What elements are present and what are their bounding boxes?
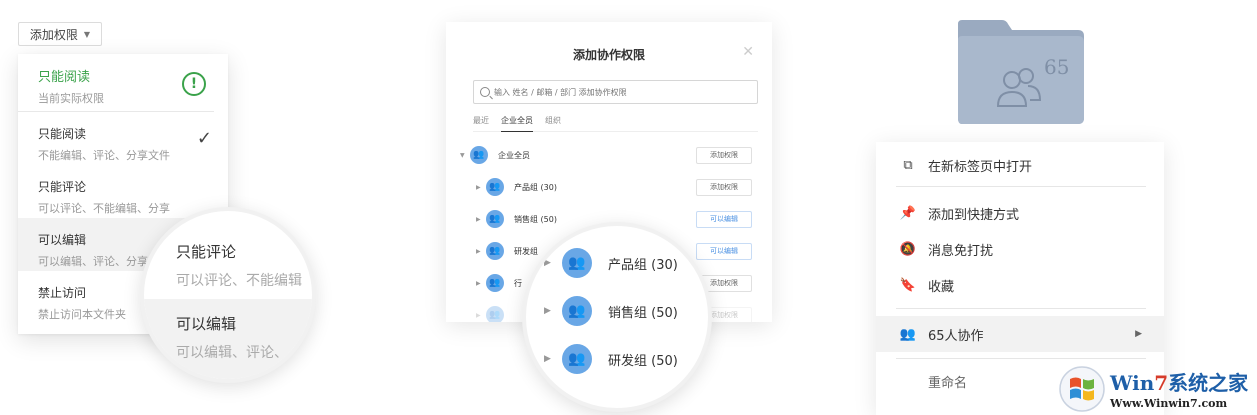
permission-option-comment-only[interactable]: 只能评论 可以评论、不能编辑、分享 [18, 165, 228, 218]
group-avatar-icon: 👥 [486, 274, 504, 292]
group-name: 企业全员 [498, 150, 530, 160]
caret-right-icon[interactable]: ▶ [476, 312, 486, 319]
option-subtitle: 可以编辑、评论、 [176, 345, 288, 361]
menu-item-collaborators[interactable]: 👥 65人协作 ▶ [876, 316, 1164, 352]
tab-organization[interactable]: 组织 [545, 115, 561, 132]
shared-folder-icon[interactable]: 65 [954, 18, 1086, 126]
submenu-arrow-icon: ▶ [1135, 329, 1142, 339]
group-permission-select[interactable]: 添加权限 [696, 178, 752, 196]
users-icon: 👥 [899, 326, 917, 342]
group-name: 研发组 (50) [608, 353, 678, 369]
open-in-new-tab-icon: ⧉ [903, 157, 913, 173]
option-subtitle: 不能编辑、评论、分享文件 [38, 149, 170, 162]
option-title: 只能评论 [176, 243, 237, 261]
magnified-group-row: ▶ 👥 研发组 (50) [544, 344, 678, 374]
menu-item-open-in-new-tab[interactable]: ⧉ 在新标签页中打开 [876, 153, 1164, 177]
folder-member-count: 65 [1044, 55, 1069, 79]
menu-item-mute[interactable]: 🔕 消息免打扰 [876, 237, 1164, 261]
group-avatar-icon: 👥 [486, 306, 504, 322]
permission-option-read-only[interactable]: 只能阅读 不能编辑、评论、分享文件 ✓ [18, 112, 228, 165]
current-permission-subtitle: 当前实际权限 [38, 92, 104, 105]
group-name: 产品组 (30) [608, 257, 678, 273]
current-permission: 只能阅读 当前实际权限 ! [18, 54, 214, 112]
dialog-title: 添加协作权限 [572, 48, 645, 62]
menu-divider [896, 186, 1146, 187]
group-permission-select[interactable]: 可以编辑 [696, 242, 752, 260]
menu-item-label: 收藏 [928, 279, 955, 295]
menu-item-label: 消息免打扰 [928, 243, 994, 259]
current-permission-title: 只能阅读 [38, 70, 91, 85]
group-permission-select[interactable]: 添加权限 [696, 146, 752, 164]
rename-icon [900, 373, 916, 389]
group-avatar-icon: 👥 [470, 146, 488, 164]
caret-right-icon: ▶ [544, 258, 551, 268]
menu-item-label: 65人协作 [928, 328, 984, 344]
collaborator-search-input[interactable] [494, 87, 744, 97]
group-avatar-icon: 👥 [486, 178, 504, 196]
caret-right-icon: ▶ [544, 354, 551, 364]
group-avatar-icon: 👥 [562, 344, 592, 374]
group-permission-select[interactable]: 可以编辑 [696, 210, 752, 228]
watermark-logo: Win7系统之家 Www.Winwin7.com [1058, 362, 1257, 415]
watermark-url: Www.Winwin7.com [1110, 397, 1228, 410]
collaborator-search-box[interactable] [473, 80, 758, 104]
caret-right-icon[interactable]: ▶ [476, 216, 486, 223]
watermark-brand: Win7系统之家 [1110, 367, 1248, 396]
group-avatar-icon: 👥 [562, 248, 592, 278]
exclamation-circle-icon: ! [182, 72, 206, 96]
magnified-option-comment-only: 只能评论 可以评论、不能编辑 [144, 241, 312, 290]
group-avatar-icon: 👥 [486, 242, 504, 260]
brand-cn: 系统之家 [1168, 371, 1249, 395]
option-subtitle: 可以评论、不能编辑 [176, 273, 302, 289]
caret-right-icon: ▶ [544, 306, 551, 316]
magnified-group-row: ▶ 👥 产品组 (30) [544, 248, 678, 278]
pin-icon: 📌 [899, 205, 917, 221]
tab-recent[interactable]: 最近 [473, 115, 489, 132]
watermark-text: Win7系统之家 Www.Winwin7.com [1110, 367, 1248, 410]
caret-down-icon[interactable]: ▼ [460, 152, 470, 159]
chevron-down-icon: ▼ [83, 29, 91, 39]
group-name: 销售组 (50) [608, 305, 678, 321]
menu-divider [896, 308, 1146, 309]
tree-row[interactable]: ▼ 👥 企业全员 添加权限 [446, 141, 772, 169]
brand-seven: 7 [1154, 371, 1169, 395]
caret-right-icon[interactable]: ▶ [476, 248, 486, 255]
caret-right-icon[interactable]: ▶ [476, 184, 486, 191]
option-title: 只能阅读 [38, 127, 87, 141]
group-avatar-icon: 👥 [486, 210, 504, 228]
windows-flag-logo-icon [1059, 365, 1105, 412]
tree-row[interactable]: ▶ 👥 产品组 (30) 添加权限 [446, 173, 772, 201]
group-avatar-icon: 👥 [562, 296, 592, 326]
search-icon [480, 87, 490, 97]
menu-item-label: 重命名 [928, 375, 968, 391]
menu-item-add-shortcut[interactable]: 📌 添加到快捷方式 [876, 201, 1164, 225]
checkmark-icon: ✓ [196, 128, 212, 149]
group-name: 销售组 (50) [514, 214, 557, 224]
option-title: 只能评论 [38, 180, 87, 194]
magnified-group-row: ▶ 👥 销售组 (50) [544, 296, 678, 326]
add-permission-label: 添加权限 [29, 27, 78, 42]
permission-magnifier: 只能评论 可以评论、不能编辑 可以编辑 可以编辑、评论、 [140, 207, 316, 383]
bookmark-icon: 🔖 [899, 277, 917, 293]
brand-win: Win [1110, 371, 1155, 395]
caret-right-icon[interactable]: ▶ [476, 280, 486, 287]
option-subtitle: 可以评论、不能编辑、分享 [38, 202, 170, 215]
menu-item-label: 添加到快捷方式 [928, 207, 1020, 223]
dialog-tabs: 最近 企业全员 组织 [473, 115, 758, 132]
group-magnifier: ▶ 👥 产品组 (30) ▶ 👥 销售组 (50) ▶ 👥 研发组 (50) [522, 222, 712, 412]
close-icon[interactable]: ✕ [742, 44, 754, 60]
menu-divider [896, 358, 1146, 359]
menu-item-favorite[interactable]: 🔖 收藏 [876, 273, 1164, 297]
group-name: 研发组 [514, 246, 538, 256]
option-title: 可以编辑 [176, 315, 237, 333]
group-name: 行 [514, 278, 522, 288]
tab-all-members[interactable]: 企业全员 [501, 115, 533, 132]
menu-item-label: 在新标签页中打开 [928, 159, 1033, 175]
group-name: 产品组 (30) [514, 182, 557, 192]
magnified-option-can-edit: 可以编辑 可以编辑、评论、 [144, 299, 312, 379]
add-permission-dropdown[interactable]: 添加权限 ▼ [18, 22, 102, 46]
mute-bell-icon: 🔕 [899, 241, 917, 257]
